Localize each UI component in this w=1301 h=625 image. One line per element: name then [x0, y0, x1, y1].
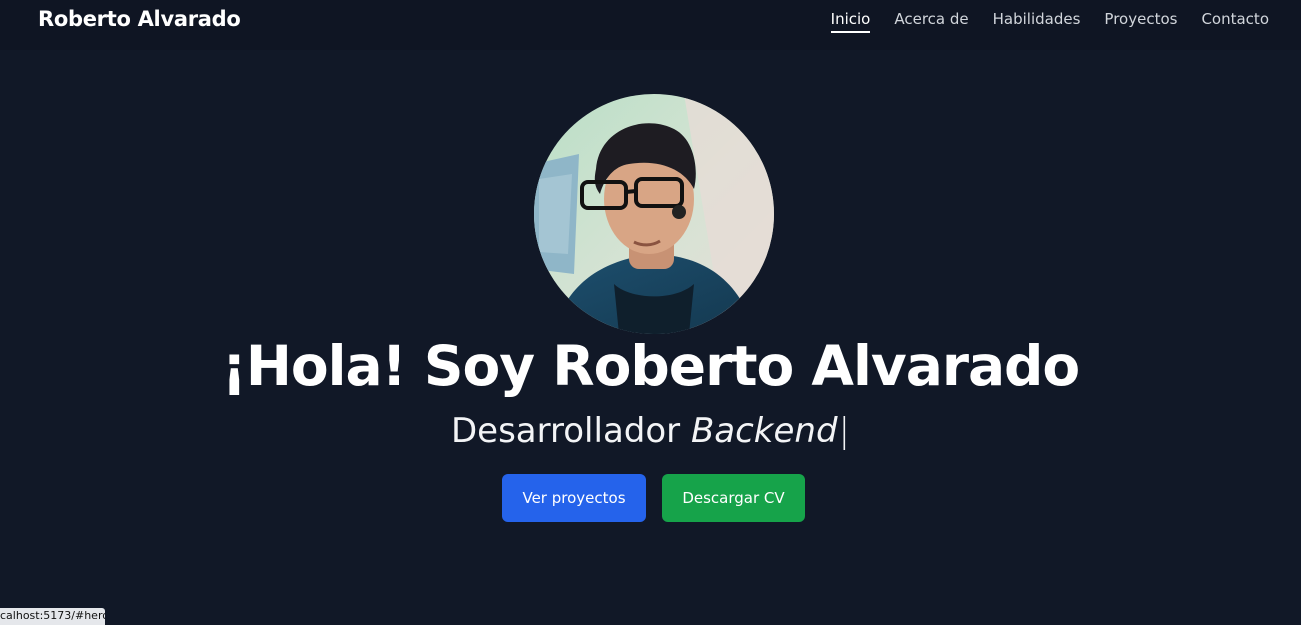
subtitle-typed-word: Backend	[690, 411, 838, 451]
site-brand[interactable]: Roberto Alvarado	[38, 7, 241, 31]
view-projects-button[interactable]: Ver proyectos	[502, 474, 646, 522]
status-bar-url: calhost:5173/#hero	[0, 608, 105, 625]
subtitle-role: Desarrollador	[450, 411, 691, 451]
profile-photo	[534, 94, 774, 334]
nav-link-contacto[interactable]: Contacto	[1201, 10, 1269, 33]
navbar: Roberto Alvarado Inicio Acerca de Habili…	[0, 0, 1301, 50]
main-nav: Inicio Acerca de Habilidades Proyectos C…	[830, 10, 1269, 33]
nav-link-acerca[interactable]: Acerca de	[894, 10, 968, 33]
hero-subtitle: Desarrollador Backend|	[0, 411, 1301, 451]
nav-link-proyectos[interactable]: Proyectos	[1104, 10, 1177, 33]
typing-caret: |	[838, 411, 851, 451]
download-cv-button[interactable]: Descargar CV	[662, 474, 805, 522]
hero-title: ¡Hola! Soy Roberto Alvarado	[221, 334, 1080, 398]
nav-link-habilidades[interactable]: Habilidades	[993, 10, 1081, 33]
nav-link-inicio[interactable]: Inicio	[830, 10, 871, 33]
profile-photo-illustration	[534, 94, 774, 334]
